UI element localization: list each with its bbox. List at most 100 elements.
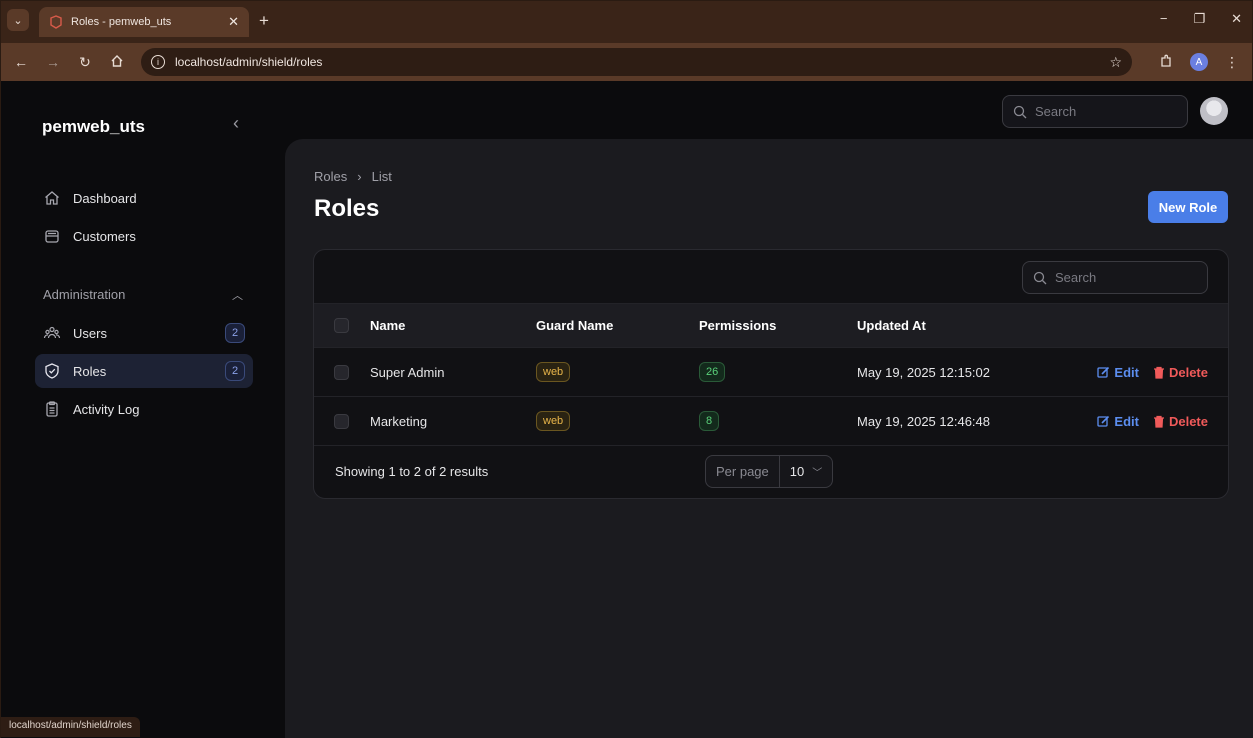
tab-search-icon[interactable]: ⌄ <box>7 9 29 31</box>
favicon-icon <box>49 15 63 29</box>
column-header-permissions[interactable]: Permissions <box>699 318 857 333</box>
delete-label: Delete <box>1168 413 1208 429</box>
per-page-select[interactable]: Per page 10 ﹀ <box>705 455 834 488</box>
group-label-administration[interactable]: Administration <box>43 287 125 302</box>
edit-label: Edit <box>1114 413 1139 429</box>
count-badge: 2 <box>225 323 245 343</box>
updated-at: May 19, 2025 12:46:48 <box>857 413 990 429</box>
clipboard-icon <box>43 400 61 418</box>
main-content: Roles › List Roles New Role Name <box>285 139 1253 738</box>
table-footer: Showing 1 to 2 of 2 results Per page 10 … <box>314 446 1228 496</box>
table-row[interactable]: Marketing web 8 May 19, 2025 12:46:48 Ed… <box>314 397 1228 446</box>
chevron-up-icon[interactable]: ︿ <box>232 287 243 303</box>
sidebar-item-label: Activity Log <box>73 401 140 417</box>
breadcrumb: Roles › List <box>314 169 392 184</box>
minimize-icon[interactable]: − <box>1160 11 1168 27</box>
column-header-name[interactable]: Name <box>370 318 536 333</box>
chevron-down-icon: ﹀ <box>812 468 823 479</box>
url-field[interactable]: i localhost/admin/shield/roles ☆ <box>141 48 1132 76</box>
per-page-value[interactable]: 10 ﹀ <box>780 464 832 479</box>
role-name: Super Admin <box>370 364 445 380</box>
guard-badge: web <box>536 362 571 382</box>
column-header-guard-name[interactable]: Guard Name <box>536 318 699 333</box>
breadcrumb-item-list: List <box>371 169 392 184</box>
url-text: localhost/admin/shield/roles <box>175 55 323 69</box>
browser-tab[interactable]: Roles - pemweb_uts ✕ <box>39 7 249 37</box>
column-header-updated-at[interactable]: Updated At <box>857 318 1079 333</box>
delete-label: Delete <box>1168 364 1208 380</box>
permissions-badge: 8 <box>699 411 720 431</box>
global-search[interactable] <box>1002 95 1188 128</box>
sidebar-item-roles[interactable]: Roles 2 <box>35 354 253 388</box>
row-checkbox[interactable] <box>334 364 349 380</box>
updated-at: May 19, 2025 12:15:02 <box>857 364 990 380</box>
reload-icon[interactable]: ↻ <box>77 54 93 71</box>
per-page-label: Per page <box>706 456 780 487</box>
role-name: Marketing <box>370 413 428 429</box>
search-icon <box>1013 105 1027 119</box>
restore-icon[interactable]: ❐ <box>1193 11 1205 27</box>
new-role-button[interactable]: New Role <box>1148 191 1228 223</box>
edit-label: Edit <box>1114 364 1139 380</box>
address-bar: ← → ↻ i localhost/admin/shield/roles ☆ A… <box>1 43 1252 81</box>
window-controls: − ❐ ✕ <box>1160 11 1242 27</box>
select-all-checkbox[interactable] <box>334 318 349 333</box>
tab-close-icon[interactable]: ✕ <box>228 14 239 30</box>
bookmark-star-icon[interactable]: ☆ <box>1109 54 1122 71</box>
home-browser-icon[interactable] <box>109 54 125 71</box>
edit-button[interactable]: Edit <box>1097 414 1139 429</box>
user-avatar[interactable] <box>1200 97 1228 125</box>
table-search-input[interactable] <box>1055 270 1195 285</box>
inbox-icon <box>43 227 61 245</box>
sidebar: pemweb_uts ‹ Dashboard Customers Adminis… <box>1 81 285 738</box>
page-title: Roles <box>314 195 380 222</box>
permissions-badge: 26 <box>699 362 726 382</box>
home-icon <box>43 189 61 207</box>
new-tab-icon[interactable]: + <box>259 11 269 31</box>
sidebar-item-users[interactable]: Users 2 <box>35 316 253 350</box>
breadcrumb-item-roles[interactable]: Roles <box>314 169 347 184</box>
forward-icon[interactable]: → <box>45 54 61 70</box>
table-header: Name Guard Name Permissions Updated At <box>314 304 1228 348</box>
toolbar-actions: A ⋮ <box>1158 53 1240 71</box>
sidebar-item-label: Users <box>73 325 107 341</box>
sidebar-item-dashboard[interactable]: Dashboard <box>35 181 253 215</box>
guard-badge: web <box>536 411 571 431</box>
edit-icon <box>1097 415 1110 427</box>
table-toolbar <box>314 250 1228 304</box>
edit-button[interactable]: Edit <box>1097 365 1139 380</box>
back-icon[interactable]: ← <box>13 54 29 70</box>
table-search[interactable] <box>1022 261 1208 294</box>
sidebar-item-label: Roles <box>73 363 107 379</box>
users-icon <box>43 324 61 342</box>
per-page-number: 10 <box>789 464 805 479</box>
sidebar-item-activity-log[interactable]: Activity Log <box>35 392 253 426</box>
app-shell: pemweb_uts ‹ Dashboard Customers Adminis… <box>1 81 1253 738</box>
shield-icon <box>43 362 61 380</box>
collapse-sidebar-icon[interactable]: ‹ <box>233 113 239 134</box>
profile-avatar[interactable]: A <box>1190 53 1208 71</box>
browser-menu-icon[interactable]: ⋮ <box>1224 54 1240 71</box>
close-window-icon[interactable]: ✕ <box>1231 11 1242 27</box>
search-icon <box>1033 271 1047 285</box>
status-bar-url: localhost/admin/shield/roles <box>1 717 140 737</box>
sidebar-item-customers[interactable]: Customers <box>35 219 253 253</box>
table-row[interactable]: Super Admin web 26 May 19, 2025 12:15:02… <box>314 348 1228 397</box>
edit-icon <box>1097 366 1110 378</box>
trash-icon <box>1153 415 1164 428</box>
brand-name[interactable]: pemweb_uts <box>42 117 145 137</box>
sidebar-item-label: Dashboard <box>73 190 137 206</box>
extensions-icon[interactable] <box>1158 54 1174 71</box>
global-search-input[interactable] <box>1035 104 1175 119</box>
sidebar-item-label: Customers <box>73 228 136 244</box>
delete-button[interactable]: Delete <box>1153 414 1208 429</box>
delete-button[interactable]: Delete <box>1153 365 1208 380</box>
row-checkbox[interactable] <box>334 413 349 429</box>
tab-title: Roles - pemweb_uts <box>71 16 172 28</box>
results-summary: Showing 1 to 2 of 2 results <box>335 463 489 479</box>
count-badge: 2 <box>225 361 245 381</box>
chevron-right-icon: › <box>357 169 362 184</box>
trash-icon <box>1153 366 1164 379</box>
tab-bar: ⌄ Roles - pemweb_uts ✕ + − ❐ ✕ <box>1 1 1252 43</box>
site-info-icon[interactable]: i <box>151 55 165 69</box>
